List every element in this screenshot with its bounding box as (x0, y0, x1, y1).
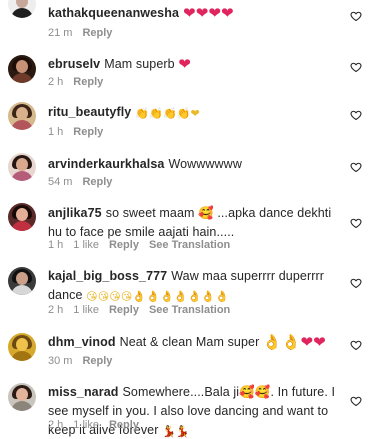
comment-text: anjlika75 so sweet maam 🥰 ...apka dance d… (48, 204, 344, 242)
heart-outline-icon[interactable] (350, 217, 362, 229)
clapping-emoji: 👏👏👏👏❤ (135, 108, 200, 120)
heart-outline-icon[interactable] (350, 339, 362, 351)
reply-button[interactable]: Reply (109, 239, 139, 251)
heart-outline-icon[interactable] (350, 277, 362, 289)
avatar[interactable] (8, 267, 36, 295)
comment-text: arvinderkaurkhalsa Wowwwwww (48, 155, 348, 174)
heart-emoji: ❤❤❤❤ (183, 5, 234, 22)
comment-time: 54 m (48, 176, 73, 188)
comment-time: 1 h (48, 126, 64, 138)
heart-outline-icon[interactable] (350, 395, 362, 407)
comment-text: kathakqueenanwesha ❤❤❤❤ (48, 4, 348, 23)
comment-meta: 30 m Reply (48, 355, 122, 367)
comment-likes[interactable]: 1 like (73, 304, 99, 316)
comment-meta: 2 h 1 like Reply See Translation (48, 304, 240, 316)
comment-meta: 54 m Reply (48, 176, 122, 188)
comment-time: 1 h (48, 239, 64, 251)
comment-meta: 1 h 1 like Reply See Translation (48, 239, 240, 251)
comment-time: 21 m (48, 27, 73, 39)
comment-body: Mam superb (104, 57, 175, 71)
comment-time: 2 h (48, 304, 64, 316)
comment-username[interactable]: arvinderkaurkhalsa (48, 157, 164, 171)
comment-username[interactable]: dhm_vinod (48, 335, 116, 349)
comment-meta: 21 m Reply (48, 27, 122, 39)
comment-username[interactable]: kathakqueenanwesha (48, 6, 179, 20)
reply-button[interactable]: Reply (109, 304, 139, 316)
comment-username[interactable]: kajal_big_boss_777 (48, 269, 167, 283)
comment-text: kajal_big_boss_777 Waw maa superrrr duper… (48, 267, 344, 305)
heart-outline-icon[interactable] (350, 10, 362, 22)
comment-username[interactable]: ritu_beautyfly (48, 105, 131, 119)
comment-body: Neat & clean Mam super (119, 335, 260, 349)
heart-outline-icon[interactable] (350, 109, 362, 121)
reply-button[interactable]: Reply (73, 76, 103, 88)
reply-button[interactable]: Reply (73, 126, 103, 138)
comment-time: 2 h (48, 419, 64, 431)
avatar[interactable] (8, 102, 36, 130)
comment-meta: 2 h Reply (48, 76, 113, 88)
comment-text: dhm_vinod Neat & clean Mam super 👌👌❤❤ (48, 333, 348, 352)
dancer-emoji: 💃💃 (162, 426, 190, 438)
kiss-and-ok-hand-emoji: 😘😘😘😘👌👌👌👌👌👌👌 (86, 291, 229, 303)
avatar[interactable] (8, 333, 36, 361)
comment-time: 30 m (48, 355, 73, 367)
heart-emoji: ❤ (178, 56, 191, 73)
comment-username[interactable]: anjlika75 (48, 206, 102, 220)
comment-text: ritu_beautyfly 👏👏👏👏❤ (48, 103, 348, 122)
see-translation-link[interactable]: See Translation (149, 239, 230, 251)
comment-meta: 1 h Reply (48, 126, 113, 138)
comment-username[interactable]: miss_narad (48, 385, 118, 399)
ok-hand-and-heart-emoji: 👌👌❤❤ (262, 334, 326, 351)
reply-button[interactable]: Reply (82, 27, 112, 39)
see-translation-link[interactable]: See Translation (149, 304, 230, 316)
comment-meta: 2 h 1 like Reply (48, 419, 149, 431)
comment-body: Wowwwwww (168, 157, 242, 171)
heart-outline-icon[interactable] (350, 61, 362, 73)
avatar[interactable] (8, 153, 36, 181)
avatar[interactable] (8, 203, 36, 231)
comment-likes[interactable]: 1 like (73, 239, 99, 251)
comment-likes[interactable]: 1 like (73, 419, 99, 431)
avatar[interactable] (8, 0, 36, 18)
comment-time: 2 h (48, 76, 64, 88)
reply-button[interactable]: Reply (109, 419, 139, 431)
comment-text: ebruselv Mam superb ❤ (48, 55, 348, 74)
reply-button[interactable]: Reply (82, 176, 112, 188)
reply-button[interactable]: Reply (82, 355, 112, 367)
avatar[interactable] (8, 383, 36, 411)
comment-username[interactable]: ebruselv (48, 57, 100, 71)
avatar[interactable] (8, 55, 36, 83)
heart-outline-icon[interactable] (350, 161, 362, 173)
